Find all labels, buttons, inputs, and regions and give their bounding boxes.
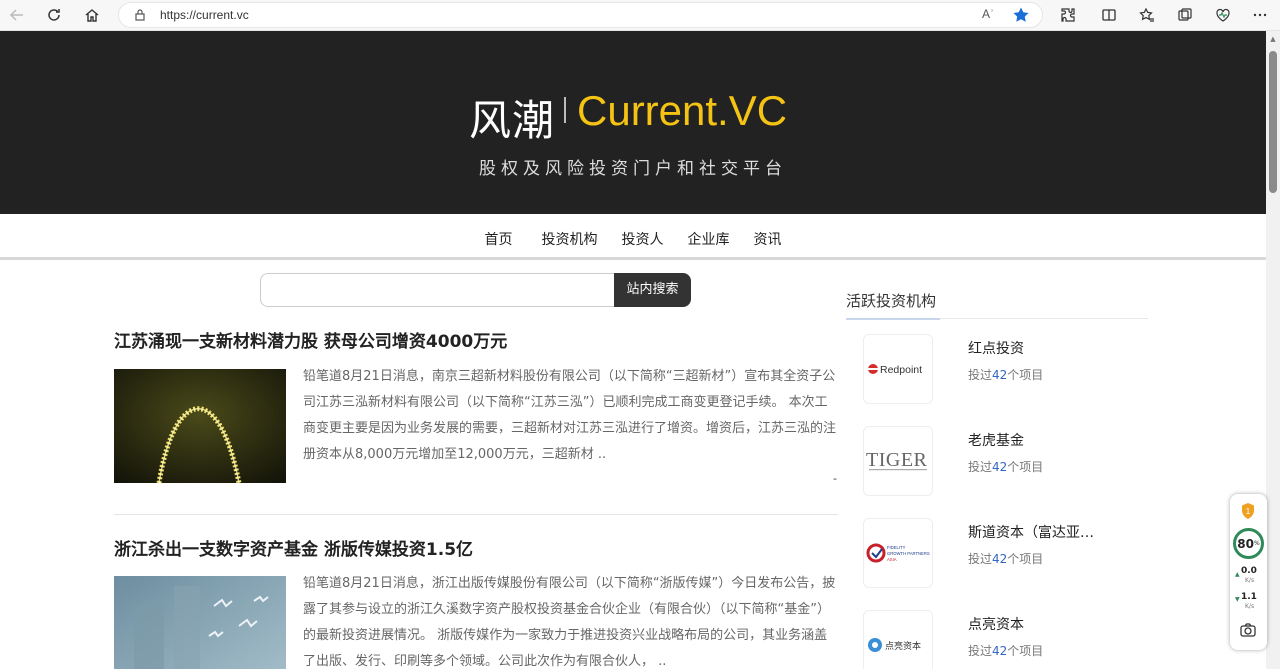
article-more-mark: -	[833, 472, 837, 485]
main-nav: 首页 投资机构 投资人 企业库 资讯	[0, 214, 1266, 260]
org-meta: 投过42个项目	[968, 552, 1044, 566]
org-item-fidelity[interactable]: FIDELITY GROWTH PARTNERS ASIA 斯道资本（富达亚… …	[863, 518, 1153, 590]
article-title[interactable]: 浙江杀出一支数字资产基金 浙版传媒投资1.5亿	[114, 535, 838, 560]
org-name[interactable]: 老虎基金	[968, 430, 1118, 450]
org-logo[interactable]: FIDELITY GROWTH PARTNERS ASIA	[863, 518, 933, 588]
back-icon[interactable]	[4, 4, 30, 26]
article-summary: 铅笔道8月21日消息，浙江出版传媒股份有限公司（以下简称“浙版传媒”）今日发布公…	[303, 576, 836, 669]
favorites-icon[interactable]	[1137, 5, 1157, 25]
site-slogan: 股权及风险投资门户和社交平台	[479, 159, 787, 179]
svg-text:Redpoint: Redpoint	[880, 364, 922, 376]
download-speed-unit: K/s	[1245, 603, 1255, 610]
collections-icon[interactable]	[1175, 5, 1195, 25]
org-item-redpoint[interactable]: Redpoint 红点投资 投过42个项目	[863, 334, 1153, 406]
org-logo[interactable]: Redpoint	[863, 334, 933, 404]
org-name[interactable]: 斯道资本（富达亚…	[968, 522, 1118, 542]
sidebar-title-underline	[846, 318, 1148, 320]
scrollbar-thumb[interactable]	[1269, 51, 1277, 193]
nav-item-institutions[interactable]: 投资机构	[530, 214, 610, 257]
nav-item-investors[interactable]: 投资人	[610, 214, 676, 257]
split-screen-icon[interactable]	[1099, 5, 1119, 25]
search-input[interactable]	[260, 273, 616, 307]
upload-speed: 0.0	[1241, 566, 1257, 576]
page-scrollbar[interactable]: ▲	[1266, 31, 1280, 669]
org-meta: 投过42个项目	[968, 460, 1044, 474]
svg-text:点亮资本: 点亮资本	[885, 640, 921, 652]
org-logo[interactable]: 点亮资本	[863, 610, 933, 669]
article-divider	[114, 514, 838, 515]
svg-text:1: 1	[1246, 507, 1251, 516]
nav-item-home[interactable]: 首页	[473, 214, 530, 257]
upload-arrow-icon: ▲	[1235, 571, 1240, 578]
page-viewport: 风潮 Current.VC 股权及风险投资门户和社交平台 首页 投资机构 投资人…	[0, 31, 1266, 669]
shield-icon[interactable]: 1	[1240, 502, 1256, 520]
logo-chinese[interactable]: 风潮	[469, 87, 555, 148]
refresh-icon[interactable]	[41, 4, 67, 26]
url-text[interactable]: https://current.vc	[160, 8, 249, 22]
site-banner: 风潮 Current.VC 股权及风险投资门户和社交平台	[0, 31, 1266, 214]
download-speed: 1.1	[1241, 592, 1257, 602]
svg-text:ASIA: ASIA	[887, 557, 897, 562]
speed-widget[interactable]: 1 80% ▲ 0.0 K/s ▼ 1.1 K/s	[1230, 494, 1267, 650]
screenshot-camera-icon[interactable]	[1239, 622, 1257, 638]
article-body: 铅笔道8月21日消息，浙江出版传媒股份有限公司（以下简称“浙版传媒”）今日发布公…	[114, 576, 838, 669]
article-thumbnail[interactable]	[114, 369, 286, 483]
org-name[interactable]: 红点投资	[968, 338, 1118, 358]
org-logo[interactable]: TIGER	[863, 426, 933, 496]
browser-toolbar: https://current.vc Aʾ	[0, 0, 1280, 31]
home-icon[interactable]	[79, 4, 105, 26]
browser-essentials-icon[interactable]	[1213, 5, 1233, 25]
article-item: 浙江杀出一支数字资产基金 浙版传媒投资1.5亿	[114, 535, 838, 560]
svg-text:FIDELITY: FIDELITY	[887, 545, 906, 550]
article-summary: 铅笔道8月21日消息，南京三超新材料股份有限公司（以下简称“三超新材”）宣布其全…	[303, 369, 837, 462]
org-meta: 投过42个项目	[968, 368, 1044, 382]
svg-text:GROWTH PARTNERS: GROWTH PARTNERS	[887, 551, 930, 556]
extensions-icon[interactable]	[1058, 5, 1078, 25]
org-item-tiger[interactable]: TIGER 老虎基金 投过42个项目	[863, 426, 1153, 498]
more-menu-icon[interactable]	[1250, 5, 1270, 25]
article-title[interactable]: 江苏涌现一支新材料潜力股 获母公司增资4000万元	[114, 327, 838, 352]
lock-icon	[135, 9, 145, 21]
search-button[interactable]: 站内搜索	[614, 273, 691, 307]
sidebar-title: 活跃投资机构	[846, 292, 937, 310]
org-meta: 投过42个项目	[968, 644, 1044, 658]
memory-usage-gauge[interactable]: 80%	[1233, 528, 1264, 559]
article-item: 江苏涌现一支新材料潜力股 获母公司增资4000万元	[114, 327, 838, 352]
org-name[interactable]: 点亮资本	[968, 614, 1118, 634]
logo-english[interactable]: Current.VC	[577, 87, 787, 135]
logo-separator	[564, 97, 566, 123]
upload-speed-unit: K/s	[1245, 577, 1255, 584]
download-arrow-icon: ▼	[1235, 596, 1240, 603]
scroll-up-icon[interactable]: ▲	[1269, 35, 1277, 43]
favorite-star-icon[interactable]	[1012, 6, 1030, 24]
org-item-dianliang[interactable]: 点亮资本 点亮资本 投过42个项目	[863, 610, 1153, 669]
read-aloud-icon[interactable]: Aʾ	[982, 7, 994, 21]
site-search: 站内搜索	[260, 273, 691, 307]
article-thumbnail[interactable]	[114, 576, 286, 669]
address-bar[interactable]: https://current.vc Aʾ	[118, 2, 1043, 28]
svg-text:TIGER: TIGER	[866, 449, 928, 471]
article-body: 铅笔道8月21日消息，南京三超新材料股份有限公司（以下简称“三超新材”）宣布其全…	[114, 369, 838, 485]
nav-item-companies[interactable]: 企业库	[676, 214, 742, 257]
nav-item-news[interactable]: 资讯	[742, 214, 794, 257]
